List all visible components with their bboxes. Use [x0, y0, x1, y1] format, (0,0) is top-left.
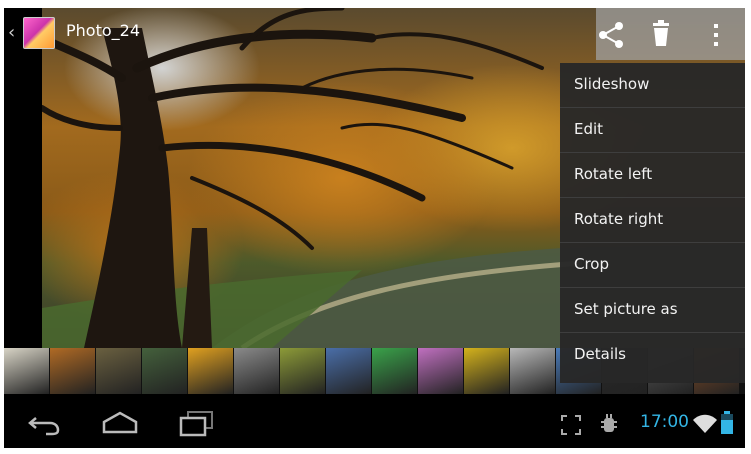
menu-item-rotate-left[interactable]: Rotate left	[560, 153, 745, 198]
menu-item-label: Details	[574, 345, 627, 363]
menu-item-set-picture-as[interactable]: Set picture as	[560, 288, 745, 333]
menu-item-label: Rotate left	[574, 165, 653, 183]
film-thumb[interactable]	[326, 348, 371, 394]
back-nav-icon[interactable]	[26, 412, 62, 436]
menu-item-rotate-right[interactable]: Rotate right	[560, 198, 745, 243]
recents-nav-icon[interactable]	[178, 410, 214, 438]
chevron-left-icon[interactable]: ‹	[8, 22, 15, 43]
action-bar: ‹ Photo_24	[4, 8, 745, 60]
status-clock: 17:00	[640, 412, 689, 432]
home-nav-icon[interactable]	[100, 410, 140, 436]
menu-item-label: Slideshow	[574, 75, 650, 93]
photo-title: Photo_24	[66, 21, 140, 40]
film-thumb[interactable]	[96, 348, 141, 394]
film-thumb[interactable]	[418, 348, 463, 394]
trash-icon[interactable]	[646, 19, 676, 49]
menu-item-edit[interactable]: Edit	[560, 108, 745, 153]
overflow-menu: Slideshow Edit Rotate left Rotate right …	[560, 63, 745, 383]
gallery-thumbnail-icon[interactable]	[23, 17, 55, 49]
menu-item-label: Crop	[574, 255, 610, 273]
film-thumb[interactable]	[142, 348, 187, 394]
film-thumb[interactable]	[464, 348, 509, 394]
menu-item-slideshow[interactable]: Slideshow	[560, 63, 745, 108]
usb-debug-icon	[601, 414, 617, 432]
film-thumb[interactable]	[4, 348, 49, 394]
menu-item-label: Rotate right	[574, 210, 664, 228]
expand-icon[interactable]	[560, 414, 582, 436]
screen: ‹ Photo_24 Slideshow Edit Rotate left Ro…	[4, 8, 745, 448]
menu-item-details[interactable]: Details	[560, 333, 745, 378]
overflow-icon[interactable]	[710, 20, 722, 50]
film-thumb[interactable]	[234, 348, 279, 394]
film-thumb[interactable]	[372, 348, 417, 394]
film-thumb[interactable]	[50, 348, 95, 394]
battery-icon	[721, 411, 733, 434]
film-thumb[interactable]	[188, 348, 233, 394]
menu-item-label: Edit	[574, 120, 604, 138]
film-thumb[interactable]	[280, 348, 325, 394]
system-bar: 17:00	[4, 400, 745, 448]
wifi-icon	[693, 414, 717, 433]
share-icon[interactable]	[594, 18, 628, 52]
menu-item-crop[interactable]: Crop	[560, 243, 745, 288]
film-thumb[interactable]	[510, 348, 555, 394]
menu-item-label: Set picture as	[574, 300, 678, 318]
